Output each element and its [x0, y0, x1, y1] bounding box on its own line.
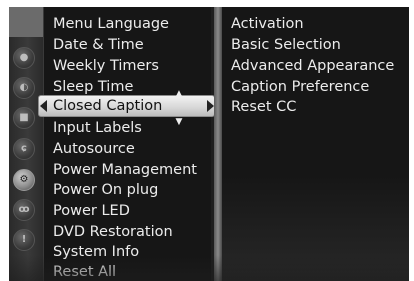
menu-item-closed-caption[interactable]: Closed Caption — [53, 96, 162, 116]
audio-icon[interactable]: ◐ — [13, 77, 35, 99]
menu-item-weekly-timers[interactable]: Weekly Timers — [53, 56, 159, 76]
submenu-fade — [222, 175, 409, 281]
menu-item-power-led[interactable]: Power LED — [53, 201, 130, 221]
setup-icon[interactable]: ⚙ — [13, 169, 35, 191]
menu-item-power-management[interactable]: Power Management — [53, 160, 197, 180]
submenu-item-advanced-appearance[interactable]: Advanced Appearance — [231, 56, 394, 76]
menu-item-input-labels[interactable]: Input Labels — [53, 118, 142, 138]
menu-item-system-info[interactable]: System Info — [53, 242, 139, 262]
arrow-right-icon[interactable] — [207, 100, 214, 112]
menu-item-power-on-plug[interactable]: Power On plug — [53, 180, 158, 200]
submenu-item-basic-selection[interactable]: Basic Selection — [231, 35, 341, 55]
scroll-up-icon[interactable]: ▲ — [173, 89, 185, 99]
menu-item-sleep-time[interactable]: Sleep Time — [53, 77, 133, 97]
arrow-left-icon[interactable] — [40, 100, 47, 112]
menu-item-reset-all[interactable]: Reset All — [53, 262, 116, 281]
menu-item-autosource[interactable]: Autosource — [53, 139, 135, 159]
menu-item-menu-language[interactable]: Menu Language — [53, 14, 169, 34]
info-icon[interactable]: ! — [13, 229, 35, 251]
lock-icon[interactable]: ɕ — [13, 138, 35, 160]
timer-icon[interactable]: ■ — [13, 107, 35, 129]
scroll-down-icon[interactable]: ▼ — [173, 117, 185, 127]
network-icon[interactable]: ꝏ — [13, 199, 35, 221]
tv-osd-screen: ● ◐ ■ ɕ ⚙ ꝏ ! Menu Language Date & Time … — [0, 0, 414, 281]
submenu-item-activation[interactable]: Activation — [231, 14, 304, 34]
submenu-item-caption-preference[interactable]: Caption Preference — [231, 77, 369, 97]
picture-icon[interactable]: ● — [13, 47, 35, 69]
panel-divider — [214, 7, 222, 281]
menu-item-dvd-restoration[interactable]: DVD Restoration — [53, 222, 173, 242]
menu-item-date-time[interactable]: Date & Time — [53, 35, 144, 55]
submenu-item-reset-cc[interactable]: Reset CC — [231, 97, 296, 117]
icon-strip-header — [9, 7, 47, 37]
